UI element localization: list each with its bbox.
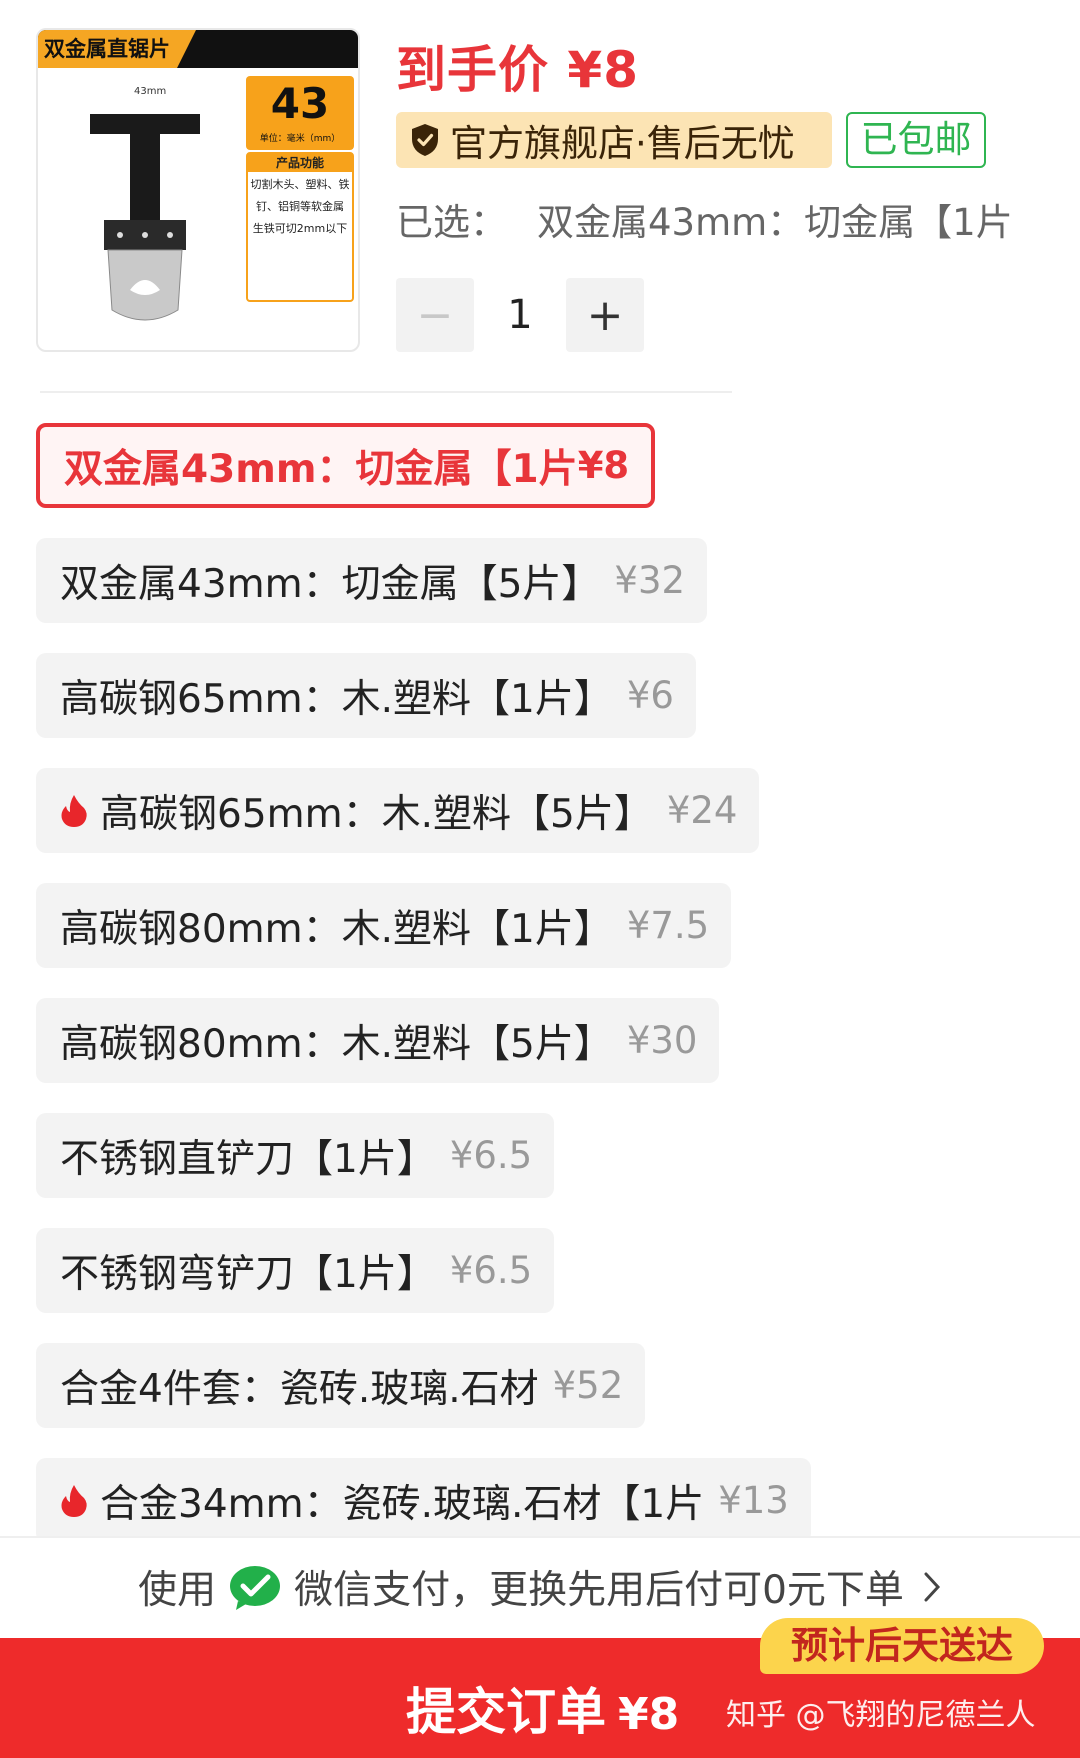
selected-summary: 已选： 双金属43mm：切金属【1片 xyxy=(396,192,1013,246)
watermark: 知乎 @飞翔的尼德兰人 xyxy=(726,1698,1036,1733)
divider xyxy=(40,391,732,393)
option-item-selected[interactable]: 双金属43mm：切金属【1片 ¥8 xyxy=(36,423,656,508)
option-label: 高碳钢65mm：木.塑料【5片】 xyxy=(100,791,653,837)
thumb-func-text: 切割木头、塑料、铁钉、铝铜等软金属 生铁可切2mm以下 xyxy=(250,178,350,235)
option-label: 高碳钢80mm：木.塑料【5片】 xyxy=(60,1021,613,1067)
submit-order-button[interactable]: 提交订单 ¥8 xyxy=(406,1672,679,1744)
thumb-banner: 双金属直锯片 xyxy=(38,30,358,68)
official-store-text: 官方旗舰店·售后无忧 xyxy=(450,122,795,165)
submit-label: 提交订单 xyxy=(406,1683,606,1741)
free-shipping-badge: 已包邮 xyxy=(846,112,986,168)
option-item[interactable]: 不锈钢弯铲刀【1片】 ¥6.5 xyxy=(36,1228,555,1313)
quantity-stepper[interactable]: − 1 + xyxy=(396,278,644,352)
option-label: 双金属43mm：切金属【5片】 xyxy=(60,561,601,607)
official-store-badge: 官方旗舰店·售后无忧 xyxy=(396,112,832,168)
submit-price: ¥8 xyxy=(618,1689,680,1740)
option-label: 高碳钢80mm：木.塑料【1片】 xyxy=(60,906,613,952)
selected-value: 双金属43mm：切金属【1片 xyxy=(537,201,1013,244)
flame-icon xyxy=(61,794,87,827)
option-price: ¥7.5 xyxy=(626,904,710,947)
payment-prefix: 使用 xyxy=(138,1568,217,1613)
option-label: 不锈钢直铲刀【1片】 xyxy=(60,1136,436,1182)
option-price: ¥6.5 xyxy=(449,1249,533,1292)
option-price: ¥6 xyxy=(626,674,674,717)
chevron-right-icon xyxy=(924,1572,940,1602)
delivery-estimate-badge: 预计后天送达 xyxy=(760,1618,1044,1674)
decrease-quantity-button[interactable]: − xyxy=(396,278,474,352)
option-item[interactable]: 高碳钢80mm：木.塑料【1片】 ¥7.5 xyxy=(36,883,732,968)
option-price: ¥24 xyxy=(666,789,738,832)
wechat-pay-icon xyxy=(230,1566,281,1610)
quantity-value[interactable]: 1 xyxy=(474,292,566,338)
option-item[interactable]: 高碳钢80mm：木.塑料【5片】 ¥30 xyxy=(36,998,720,1083)
final-price: 到手价 ¥8 xyxy=(396,41,639,99)
thumb-badge-unit: 单位：毫米（mm） xyxy=(259,134,341,144)
option-price: ¥8 xyxy=(577,444,630,487)
option-item[interactable]: 合金34mm：瓷砖.玻璃.石材【1片 ¥13 xyxy=(36,1458,811,1543)
option-price: ¥30 xyxy=(626,1019,698,1062)
option-item[interactable]: 双金属43mm：切金属【5片】 ¥32 xyxy=(36,538,708,623)
thumb-badge-number: 43 xyxy=(270,79,330,128)
selected-label: 已选： xyxy=(396,201,507,244)
option-price: ¥52 xyxy=(552,1364,624,1407)
thumb-size-badge: 43 单位：毫米（mm） xyxy=(246,76,354,150)
option-item[interactable]: 不锈钢直铲刀【1片】 ¥6.5 xyxy=(36,1113,555,1198)
option-price: ¥13 xyxy=(718,1479,789,1522)
option-label: 合金34mm：瓷砖.玻璃.石材【1片 xyxy=(100,1481,705,1527)
increase-quantity-button[interactable]: + xyxy=(566,278,644,352)
flame-icon xyxy=(61,1484,87,1517)
option-price: ¥6.5 xyxy=(449,1134,533,1177)
option-item[interactable]: 合金4件套：瓷砖.玻璃.石材 ¥52 xyxy=(36,1343,646,1428)
thumb-banner-title: 双金属直锯片 xyxy=(38,30,196,68)
option-label: 双金属43mm：切金属【1片 xyxy=(64,446,578,492)
thumb-function-box: 产品功能 切割木头、塑料、铁钉、铝铜等软金属 生铁可切2mm以下 xyxy=(246,152,354,302)
thumb-func-title: 产品功能 xyxy=(248,154,352,172)
option-label: 不锈钢弯铲刀【1片】 xyxy=(60,1251,436,1297)
option-item[interactable]: 高碳钢65mm：木.塑料【1片】 ¥6 xyxy=(36,653,696,738)
option-price: ¥32 xyxy=(614,559,686,602)
payment-suffix: 微信支付，更换先用后付可0元下单 xyxy=(294,1568,904,1613)
saw-blade-image xyxy=(90,114,200,321)
thumb-size-label: 43mm xyxy=(134,86,167,97)
option-label: 合金4件套：瓷砖.玻璃.石材 xyxy=(60,1366,539,1412)
shield-check-icon xyxy=(412,124,438,156)
option-label: 高碳钢65mm：木.塑料【1片】 xyxy=(60,676,613,722)
option-item[interactable]: 高碳钢65mm：木.塑料【5片】 ¥24 xyxy=(36,768,760,853)
product-thumbnail[interactable]: 双金属直锯片 43mm 43 单位：毫米（mm） 产品功能 切割木头、塑料、铁钉… xyxy=(36,28,360,352)
